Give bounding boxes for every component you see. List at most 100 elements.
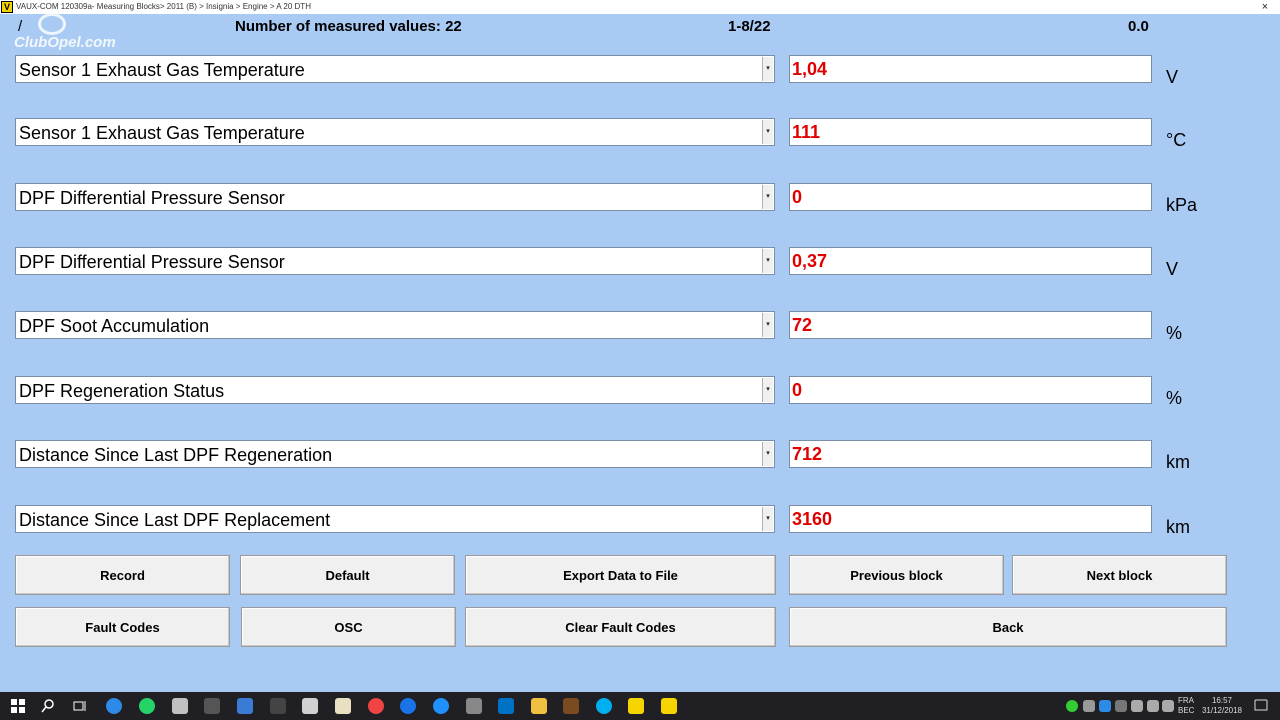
measure-select-label: Sensor 1 Exhaust Gas Temperature (19, 60, 305, 80)
task-view-icon[interactable] (72, 698, 88, 714)
internet-explorer-icon[interactable] (433, 698, 449, 714)
record-button[interactable]: Record (15, 555, 230, 595)
back-button[interactable]: Back (789, 607, 1227, 647)
measure-value-field: 3160 (789, 505, 1152, 533)
measure-unit: % (1166, 388, 1183, 408)
language-indicator[interactable]: FRA BEC (1178, 696, 1194, 716)
teamviewer-icon[interactable] (106, 698, 122, 714)
measure-select-label: Sensor 1 Exhaust Gas Temperature (19, 123, 305, 143)
measure-select-label: DPF Soot Accumulation (19, 316, 210, 336)
dropdown-arrow-icon[interactable]: ▾ (762, 378, 773, 402)
chrome-icon[interactable] (368, 698, 384, 714)
measure-select[interactable]: DPF Differential Pressure Sensor ▾ (15, 247, 775, 275)
measure-row: DPF Regeneration Status ▾ 0 % (0, 376, 1280, 408)
file-explorer-icon[interactable] (531, 698, 547, 714)
tray-icon[interactable] (1083, 700, 1095, 712)
measure-value: 3160 (792, 509, 833, 529)
calculator-icon[interactable] (302, 698, 318, 714)
search-icon[interactable] (40, 698, 56, 714)
measure-unit: km (1166, 452, 1190, 472)
osc-button[interactable]: OSC (241, 607, 456, 647)
measure-select[interactable]: Distance Since Last DPF Replacement ▾ (15, 505, 775, 533)
security-icon[interactable] (1066, 700, 1078, 712)
app-icon[interactable] (172, 698, 188, 714)
measure-unit: km (1166, 517, 1190, 537)
previous-block-button[interactable]: Previous block (789, 555, 1004, 595)
measure-unit: °C (1166, 130, 1187, 150)
dropdown-arrow-icon[interactable]: ▾ (762, 507, 773, 531)
dropdown-arrow-icon[interactable]: ▾ (762, 57, 773, 81)
measure-value: 1,04 (792, 59, 828, 79)
app-icon[interactable] (270, 698, 286, 714)
tray-icon[interactable] (1099, 700, 1111, 712)
measure-row: DPF Differential Pressure Sensor ▾ 0 kPa (0, 183, 1280, 215)
tray-icon[interactable] (1115, 700, 1127, 712)
measure-value: 712 (792, 444, 823, 464)
next-block-button[interactable]: Next block (1012, 555, 1227, 595)
measure-value: 0 (792, 380, 803, 400)
watermark: ClubOpel.com (14, 34, 116, 51)
measure-value: 0,37 (792, 251, 828, 271)
measure-value-field: 0 (789, 183, 1152, 211)
measure-select-label: DPF Regeneration Status (19, 381, 225, 401)
measure-select[interactable]: DPF Soot Accumulation ▾ (15, 311, 775, 339)
measure-value: 72 (792, 315, 813, 335)
dropdown-arrow-icon[interactable]: ▾ (762, 185, 773, 209)
network-icon[interactable] (1147, 700, 1159, 712)
opel-logo-icon (38, 13, 66, 35)
app-logo: V (1, 1, 13, 13)
volume-icon[interactable] (1162, 700, 1174, 712)
measure-value-field: 72 (789, 311, 1152, 339)
battery-icon[interactable] (1131, 700, 1143, 712)
measure-select-label: Distance Since Last DPF Regeneration (19, 445, 333, 465)
vaux-com-icon[interactable] (628, 698, 644, 714)
app-icon[interactable] (563, 698, 579, 714)
measure-row: Distance Since Last DPF Replacement ▾ 31… (0, 505, 1280, 537)
measure-value: 111 (792, 122, 821, 142)
app-icon[interactable] (466, 698, 482, 714)
window-title: VAUX-COM 120309a- Measuring Blocks> 2011… (16, 2, 311, 11)
measure-unit: kPa (1166, 195, 1198, 215)
taskbar: FRA BEC 16:57 31/12/2018 (0, 692, 1280, 720)
measure-select-label: DPF Differential Pressure Sensor (19, 188, 285, 208)
clock-date: 31/12/2018 (1201, 706, 1243, 715)
language-code: FRA (1178, 696, 1194, 705)
measure-value-field: 111 (789, 118, 1152, 146)
measure-select-label: DPF Differential Pressure Sensor (19, 252, 285, 272)
measure-value-field: 0,37 (789, 247, 1152, 275)
close-icon[interactable]: × (1258, 0, 1272, 14)
export-data-button[interactable]: Export Data to File (465, 555, 776, 595)
default-button[interactable]: Default (240, 555, 455, 595)
measure-select-label: Distance Since Last DPF Replacement (19, 510, 331, 530)
dropdown-arrow-icon[interactable]: ▾ (762, 249, 773, 273)
dropdown-arrow-icon[interactable]: ▾ (762, 313, 773, 337)
whatsapp-icon[interactable] (139, 698, 155, 714)
measure-unit: V (1166, 259, 1179, 279)
skype-icon[interactable] (596, 698, 612, 714)
outlook-icon[interactable] (498, 698, 514, 714)
windows-start-icon[interactable] (10, 698, 26, 714)
measured-count: Number of measured values: 22 (235, 18, 462, 35)
notifications-icon[interactable] (1254, 699, 1268, 713)
measure-select[interactable]: Distance Since Last DPF Regeneration ▾ (15, 440, 775, 468)
dropdown-arrow-icon[interactable]: ▾ (762, 120, 773, 144)
measure-select[interactable]: DPF Regeneration Status ▾ (15, 376, 775, 404)
app-icon[interactable] (204, 698, 220, 714)
clock[interactable]: 16:57 31/12/2018 (1198, 696, 1246, 716)
app-icon[interactable] (335, 698, 351, 714)
measure-select[interactable]: Sensor 1 Exhaust Gas Temperature ▾ (15, 55, 775, 83)
edge-icon[interactable] (400, 698, 416, 714)
dropdown-arrow-icon[interactable]: ▾ (762, 442, 773, 466)
block-range: 1-8/22 (728, 18, 771, 35)
language-region: BEC (1178, 706, 1195, 715)
measure-select[interactable]: Sensor 1 Exhaust Gas Temperature ▾ (15, 118, 775, 146)
vaux-com-icon[interactable] (661, 698, 677, 714)
measure-select[interactable]: DPF Differential Pressure Sensor ▾ (15, 183, 775, 211)
header-slash: / (18, 18, 23, 35)
title-bar: V VAUX-COM 120309a- Measuring Blocks> 20… (0, 0, 1280, 14)
clear-fault-codes-button[interactable]: Clear Fault Codes (465, 607, 776, 647)
measure-value-field: 712 (789, 440, 1152, 468)
fault-codes-button[interactable]: Fault Codes (15, 607, 230, 647)
app-icon[interactable] (237, 698, 253, 714)
clock-time: 16:57 (1211, 696, 1233, 705)
